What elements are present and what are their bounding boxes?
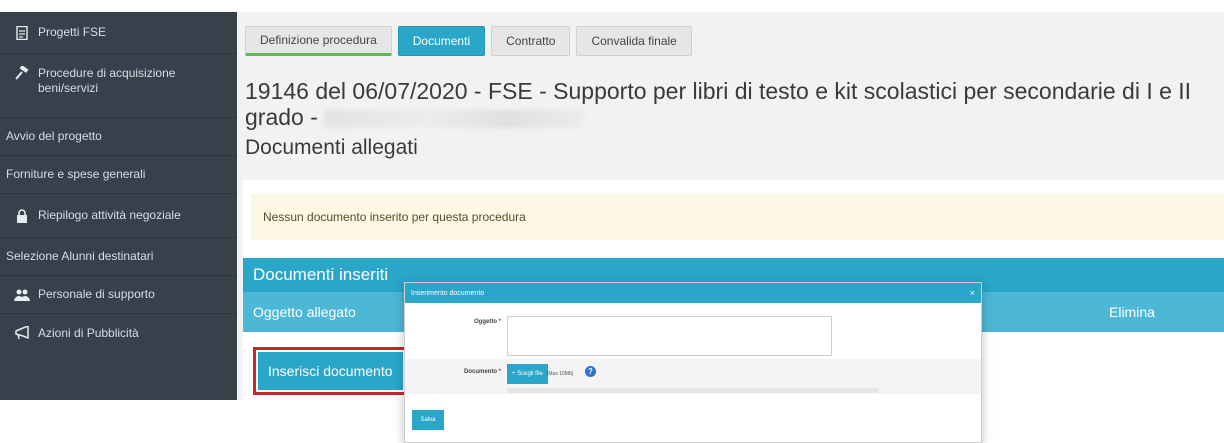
sidebar-item-label: Azioni di Pubblicità bbox=[38, 325, 139, 340]
oggetto-textarea[interactable] bbox=[507, 316, 832, 356]
close-icon[interactable]: × bbox=[970, 288, 975, 298]
required-mark: * bbox=[498, 319, 501, 325]
help-icon[interactable]: ? bbox=[585, 366, 596, 377]
no-documents-alert: Nessun documento inserito per questa pro… bbox=[251, 194, 1224, 240]
sidebar-item-riepilogo[interactable]: Riepilogo attività negoziale bbox=[0, 194, 237, 238]
sidebar-item-personale[interactable]: Personale di supporto bbox=[0, 276, 237, 314]
sidebar-item-label: Forniture e spese generali bbox=[6, 167, 146, 181]
document-icon bbox=[14, 25, 30, 40]
insert-document-modal: Inserimento documento × Oggetto * Docume… bbox=[404, 282, 982, 443]
documento-label-text: Documento bbox=[463, 369, 497, 375]
megaphone-icon bbox=[14, 326, 30, 340]
sidebar-item-avvio[interactable]: Avvio del progetto bbox=[0, 118, 237, 156]
tab-documenti[interactable]: Documenti bbox=[397, 26, 486, 56]
sidebar-item-selezione[interactable]: Selezione Alunni destinatari bbox=[0, 238, 237, 276]
sidebar-item-label: Avvio del progetto bbox=[6, 129, 102, 143]
column-oggetto-allegato: Oggetto allegato bbox=[253, 304, 356, 320]
modal-title: Inserimento documento bbox=[411, 289, 485, 297]
sidebar-item-label: Progetti FSE bbox=[38, 25, 107, 39]
page-title: 19146 del 06/07/2020 - FSE - Supporto pe… bbox=[245, 78, 1220, 130]
insert-document-button[interactable]: Inserisci documento bbox=[258, 352, 403, 390]
oggetto-label: Oggetto * bbox=[405, 319, 501, 325]
sidebar-item-label: Procedure di acquisizione beni/servizi bbox=[38, 66, 176, 95]
sidebar-item-label: Personale di supporto bbox=[38, 287, 155, 301]
gavel-icon bbox=[14, 66, 30, 80]
sidebar-item-forniture[interactable]: Forniture e spese generali bbox=[0, 156, 237, 194]
sidebar-item-progetti-fse[interactable]: Progetti FSE bbox=[0, 12, 237, 54]
modal-header: Inserimento documento × bbox=[405, 283, 981, 303]
tab-contratto[interactable]: Contratto bbox=[491, 26, 571, 56]
choose-file-button[interactable]: + Scegli file bbox=[507, 364, 548, 384]
upload-progress-bar bbox=[507, 388, 879, 393]
sidebar-item-procedure[interactable]: Procedure di acquisizione beni/servizi bbox=[0, 54, 237, 118]
required-mark: * bbox=[498, 369, 501, 375]
sidebar: Progetti FSE Procedure di acquisizione b… bbox=[0, 12, 237, 400]
documento-label: Documento * bbox=[405, 369, 501, 375]
save-button[interactable]: Salva bbox=[412, 410, 444, 430]
lock-icon bbox=[14, 208, 30, 223]
procedure-tabs: Definizione procedura Documenti Contratt… bbox=[245, 26, 692, 56]
tab-convalida-finale[interactable]: Convalida finale bbox=[576, 26, 692, 56]
max-size-hint: [Max 10Mb] bbox=[547, 371, 574, 377]
sidebar-item-label: Selezione Alunni destinatari bbox=[6, 249, 154, 263]
sidebar-item-label: Riepilogo attività negoziale bbox=[38, 208, 181, 222]
tab-definizione-procedura[interactable]: Definizione procedura bbox=[245, 26, 392, 56]
oggetto-label-text: Oggetto bbox=[473, 319, 497, 325]
redacted-code bbox=[323, 109, 584, 128]
users-icon bbox=[14, 288, 30, 302]
sidebar-item-azioni[interactable]: Azioni di Pubblicità bbox=[0, 314, 237, 352]
page-subtitle: Documenti allegati bbox=[245, 136, 418, 159]
column-elimina: Elimina bbox=[1109, 304, 1155, 320]
insert-button-highlight: Inserisci documento bbox=[253, 347, 408, 395]
